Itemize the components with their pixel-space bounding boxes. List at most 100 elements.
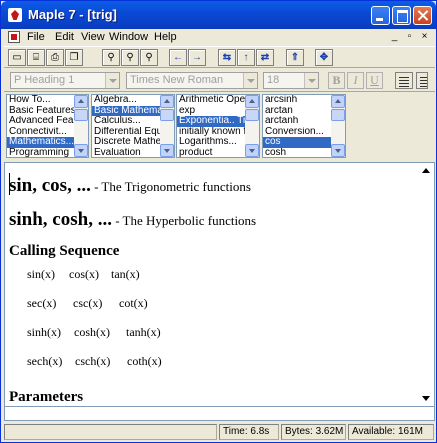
- chevron-down-icon[interactable]: [243, 73, 257, 88]
- document-icon[interactable]: [8, 31, 20, 43]
- heading-trig-desc: - The Trigonometric functions: [90, 179, 251, 194]
- style-select[interactable]: P Heading 1: [10, 72, 120, 89]
- print-icon[interactable]: ⎙: [46, 49, 64, 66]
- window-title: Maple 7 - [trig]: [28, 7, 117, 22]
- sequence-item: tanh(x): [126, 325, 161, 339]
- sequence-row: sinh(x) cosh(x) tanh(x): [27, 325, 161, 340]
- sequence-item: cot(x): [119, 296, 148, 310]
- underline-button[interactable]: U: [366, 72, 383, 89]
- menu-window[interactable]: Window: [109, 31, 148, 43]
- scroll-down-icon[interactable]: [74, 144, 88, 157]
- spell-icon[interactable]: ⇄: [256, 49, 274, 66]
- menu-view[interactable]: View: [81, 31, 105, 43]
- heading-trig: sin, cos, ... - The Trigonometric functi…: [9, 175, 251, 197]
- menu-edit[interactable]: Edit: [55, 31, 74, 43]
- status-bytes: Bytes: 3.62M: [281, 424, 346, 440]
- main-toolbar: ▭ ⌸ ⎙ ❐ ⚲ ⚲ ⚲ ← → ⇆ ↑ ⇄ ⇑ ✥: [4, 46, 435, 68]
- context-bar: P Heading 1 Times New Roman 18 B I U: [4, 70, 435, 92]
- status-message: [4, 424, 217, 440]
- status-available: Available: 161M: [348, 424, 434, 440]
- sequence-item: cosh(x): [74, 325, 110, 339]
- calling-sequence-title: Calling Sequence: [9, 243, 120, 259]
- topic-list-3[interactable]: Arithmetic Oper exp Exponentia.. Tr initial…: [176, 94, 260, 158]
- back-arrow-icon[interactable]: ←: [169, 49, 187, 66]
- topic-list-4[interactable]: arcsinh arctan arctanh Conversion... cos cosh: [262, 94, 346, 158]
- minimize-button[interactable]: [371, 6, 390, 25]
- sequence-item: csch(x): [75, 354, 111, 368]
- font-select[interactable]: Times New Roman: [126, 72, 258, 89]
- document-scrollbar[interactable]: [418, 163, 434, 406]
- list-scrollbar[interactable]: [331, 95, 345, 157]
- sequence-item: coth(x): [127, 354, 162, 368]
- scroll-down-icon[interactable]: [245, 144, 259, 157]
- maple-window: Maple 7 - [trig] File Edit View Window H…: [0, 0, 437, 443]
- scroll-up-icon[interactable]: [245, 95, 259, 108]
- bold-button[interactable]: B: [328, 72, 345, 89]
- status-time: Time: 6.8s: [219, 424, 279, 440]
- scroll-up-icon[interactable]: [74, 95, 88, 108]
- heading-hyperbolic-desc: - The Hyperbolic functions: [111, 213, 257, 228]
- doc-restore-button[interactable]: ▫: [404, 32, 415, 43]
- topic-list-2[interactable]: Algebra... Basic Mathema Calculus... Differ…: [91, 94, 175, 158]
- sequence-item: sin(x): [27, 267, 55, 281]
- font-select-value: Times New Roman: [130, 74, 224, 86]
- menu-file[interactable]: File: [27, 31, 45, 43]
- scroll-up-icon[interactable]: [160, 95, 174, 108]
- heading-trig-funcs: sin, cos, ...: [9, 175, 91, 196]
- scroll-down-icon[interactable]: [420, 393, 431, 404]
- sequence-item: sinh(x): [27, 325, 61, 339]
- maple-leaf-icon[interactable]: [8, 8, 22, 22]
- parameters-title: Parameters: [9, 389, 84, 405]
- menu-bar: File Edit View Window Help _ ▫ ×: [1, 29, 436, 45]
- new-icon[interactable]: ▭: [8, 49, 26, 66]
- style-select-value: P Heading 1: [14, 74, 75, 86]
- zoom-300-icon[interactable]: ⚲: [140, 49, 158, 66]
- doc-close-button[interactable]: ×: [419, 32, 430, 43]
- scroll-up-icon[interactable]: [420, 165, 431, 176]
- restart-icon[interactable]: ⇆: [218, 49, 236, 66]
- menu-help[interactable]: Help: [154, 31, 177, 43]
- open-icon[interactable]: ⌸: [27, 49, 45, 66]
- expand-icon[interactable]: ✥: [315, 49, 333, 66]
- sequence-item: sec(x): [27, 296, 57, 310]
- maximize-button[interactable]: [392, 6, 411, 25]
- title-bar[interactable]: Maple 7 - [trig]: [1, 1, 436, 29]
- scroll-thumb[interactable]: [74, 109, 88, 121]
- zoom-100-icon[interactable]: ⚲: [102, 49, 120, 66]
- forward-arrow-icon[interactable]: →: [188, 49, 206, 66]
- stop-icon[interactable]: ↑: [237, 49, 255, 66]
- italic-button[interactable]: I: [347, 72, 364, 89]
- scroll-thumb[interactable]: [245, 109, 259, 121]
- topic-list-1[interactable]: How To... Basic Features Advanced Fea Conne…: [6, 94, 89, 158]
- align-icon[interactable]: [395, 72, 413, 89]
- scroll-down-icon[interactable]: [160, 144, 174, 157]
- chevron-down-icon[interactable]: [304, 73, 318, 88]
- zoom-200-icon[interactable]: ⚲: [121, 49, 139, 66]
- status-bar: Time: 6.8s Bytes: 3.62M Available: 161M: [1, 422, 436, 442]
- heading-hyperbolic-funcs: sinh, cosh, ...: [9, 209, 112, 230]
- sequence-row: sin(x) cos(x) tan(x): [27, 267, 140, 282]
- sequence-row: sec(x) csc(x) cot(x): [27, 296, 148, 311]
- scroll-thumb[interactable]: [160, 109, 174, 121]
- chevron-down-icon[interactable]: [105, 73, 119, 88]
- copy-icon[interactable]: ❐: [65, 49, 83, 66]
- list-scrollbar[interactable]: [245, 95, 259, 157]
- sequence-row: sech(x) csch(x) coth(x): [27, 354, 162, 369]
- document-footer-area: [4, 407, 435, 421]
- scroll-thumb[interactable]: [331, 109, 345, 121]
- sequence-item: csc(x): [73, 296, 103, 310]
- scroll-up-icon[interactable]: [331, 95, 345, 108]
- list-scrollbar[interactable]: [160, 95, 174, 157]
- up-icon[interactable]: ⇑: [286, 49, 304, 66]
- justify-icon[interactable]: [416, 72, 428, 89]
- close-button[interactable]: [413, 6, 432, 25]
- help-document[interactable]: sin, cos, ... - The Trigonometric functi…: [4, 162, 435, 407]
- size-select[interactable]: 18: [263, 72, 319, 89]
- sequence-item: sech(x): [27, 354, 63, 368]
- list-scrollbar[interactable]: [74, 95, 88, 157]
- heading-hyperbolic: sinh, cosh, ... - The Hyperbolic functio…: [9, 209, 256, 231]
- doc-minimize-button[interactable]: _: [389, 32, 400, 43]
- size-select-value: 18: [267, 74, 280, 86]
- sequence-item: tan(x): [111, 267, 140, 281]
- scroll-down-icon[interactable]: [331, 144, 345, 157]
